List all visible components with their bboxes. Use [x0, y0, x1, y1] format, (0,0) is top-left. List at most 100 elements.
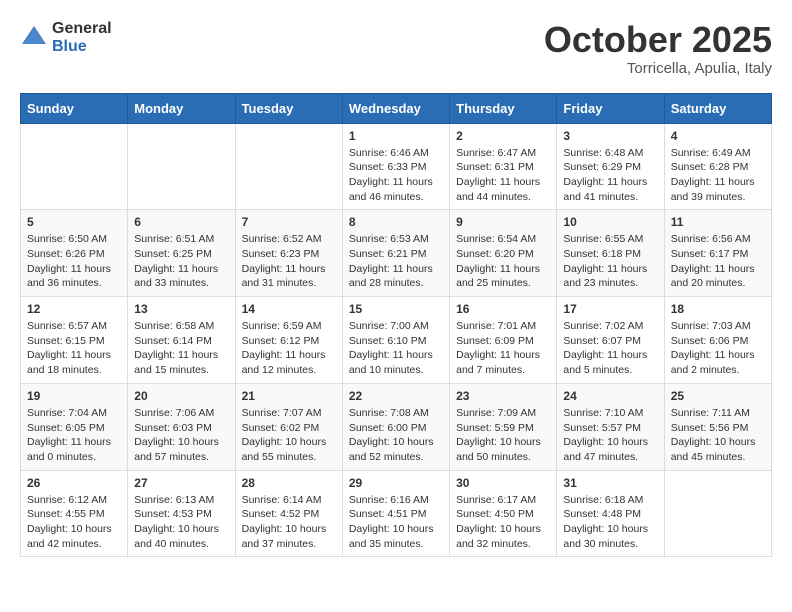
day-info: Sunrise: 6:57 AM Sunset: 6:15 PM Dayligh… — [27, 319, 121, 378]
day-info: Sunrise: 6:54 AM Sunset: 6:20 PM Dayligh… — [456, 232, 550, 291]
day-cell: 27 Sunrise: 6:13 AM Sunset: 4:53 PM Dayli… — [128, 470, 235, 557]
day-number: 4 — [671, 129, 765, 143]
calendar: SundayMondayTuesdayWednesdayThursdayFrid… — [20, 93, 772, 558]
day-info: Sunrise: 7:02 AM Sunset: 6:07 PM Dayligh… — [563, 319, 657, 378]
day-info: Sunrise: 6:49 AM Sunset: 6:28 PM Dayligh… — [671, 146, 765, 205]
day-cell — [235, 123, 342, 210]
day-number: 21 — [242, 389, 336, 403]
logo: General Blue — [20, 20, 112, 55]
day-number: 7 — [242, 215, 336, 229]
day-cell: 15Sunrise: 7:00 AM Sunset: 6:10 PM Dayli… — [342, 297, 449, 384]
day-number: 18 — [671, 302, 765, 316]
day-info: Sunrise: 6:17 AM Sunset: 4:50 PM Dayligh… — [456, 493, 550, 552]
page-header: General Blue October 2025 Torricella, Ap… — [20, 20, 772, 77]
day-number: 19 — [27, 389, 121, 403]
day-cell: 17 Sunrise: 7:02 AM Sunset: 6:07 PM Dayli… — [557, 297, 664, 384]
day-number: 8 — [349, 215, 443, 229]
day-number: 17 — [563, 302, 657, 316]
day-info: Sunrise: 6:16 AM Sunset: 4:51 PM Dayligh… — [349, 493, 443, 552]
day-cell — [664, 470, 771, 557]
day-cell: 28 Sunrise: 6:14 AM Sunset: 4:52 PM Dayli… — [235, 470, 342, 557]
day-cell: 9 Sunrise: 6:54 AM Sunset: 6:20 PM Daylig… — [450, 210, 557, 297]
day-cell: 14 Sunrise: 6:59 AM Sunset: 6:12 PM Dayli… — [235, 297, 342, 384]
day-info: Sunrise: 7:07 AM Sunset: 6:02 PM Dayligh… — [242, 406, 336, 465]
day-info: Sunrise: 6:48 AM Sunset: 6:29 PM Dayligh… — [563, 146, 657, 205]
day-number: 30 — [456, 476, 550, 490]
day-info: Sunrise: 6:59 AM Sunset: 6:12 PM Dayligh… — [242, 319, 336, 378]
column-header-friday: Friday — [557, 93, 664, 123]
day-cell: 21 Sunrise: 7:07 AM Sunset: 6:02 PM Dayli… — [235, 383, 342, 470]
column-header-saturday: Saturday — [664, 93, 771, 123]
column-header-thursday: Thursday — [450, 93, 557, 123]
day-cell: 10 Sunrise: 6:55 AM Sunset: 6:18 PM Dayli… — [557, 210, 664, 297]
day-info: Sunrise: 6:55 AM Sunset: 6:18 PM Dayligh… — [563, 232, 657, 291]
day-info: Sunrise: 6:56 AM Sunset: 6:17 PM Dayligh… — [671, 232, 765, 291]
column-header-tuesday: Tuesday — [235, 93, 342, 123]
day-cell: 23Sunrise: 7:09 AM Sunset: 5:59 PM Dayli… — [450, 383, 557, 470]
day-number: 28 — [242, 476, 336, 490]
day-info: Sunrise: 6:14 AM Sunset: 4:52 PM Dayligh… — [242, 493, 336, 552]
column-header-monday: Monday — [128, 93, 235, 123]
day-number: 9 — [456, 215, 550, 229]
day-info: Sunrise: 7:01 AM Sunset: 6:09 PM Dayligh… — [456, 319, 550, 378]
day-number: 14 — [242, 302, 336, 316]
day-cell: 1 Sunrise: 6:46 AM Sunset: 6:33 PM Daylig… — [342, 123, 449, 210]
day-number: 29 — [349, 476, 443, 490]
day-number: 15 — [349, 302, 443, 316]
day-number: 10 — [563, 215, 657, 229]
header-row: SundayMondayTuesdayWednesdayThursdayFrid… — [21, 93, 772, 123]
day-cell: 25 Sunrise: 7:11 AM Sunset: 5:56 PM Dayli… — [664, 383, 771, 470]
day-cell — [21, 123, 128, 210]
day-number: 6 — [134, 215, 228, 229]
logo-blue-text: Blue — [52, 38, 112, 56]
day-number: 11 — [671, 215, 765, 229]
day-cell: 20 Sunrise: 7:06 AM Sunset: 6:03 PM Dayli… — [128, 383, 235, 470]
day-info: Sunrise: 6:13 AM Sunset: 4:53 PM Dayligh… — [134, 493, 228, 552]
day-info: Sunrise: 6:58 AM Sunset: 6:14 PM Dayligh… — [134, 319, 228, 378]
day-info: Sunrise: 6:51 AM Sunset: 6:25 PM Dayligh… — [134, 232, 228, 291]
day-cell: 6 Sunrise: 6:51 AM Sunset: 6:25 PM Daylig… — [128, 210, 235, 297]
day-cell: 31 Sunrise: 6:18 AM Sunset: 4:48 PM Dayli… — [557, 470, 664, 557]
day-cell: 29 Sunrise: 6:16 AM Sunset: 4:51 PM Dayli… — [342, 470, 449, 557]
day-info: Sunrise: 6:47 AM Sunset: 6:31 PM Dayligh… — [456, 146, 550, 205]
day-cell: 5Sunrise: 6:50 AM Sunset: 6:26 PM Daylig… — [21, 210, 128, 297]
day-cell: 24Sunrise: 7:10 AM Sunset: 5:57 PM Dayli… — [557, 383, 664, 470]
day-info: Sunrise: 7:08 AM Sunset: 6:00 PM Dayligh… — [349, 406, 443, 465]
day-number: 25 — [671, 389, 765, 403]
day-number: 24 — [563, 389, 657, 403]
day-number: 16 — [456, 302, 550, 316]
day-info: Sunrise: 7:06 AM Sunset: 6:03 PM Dayligh… — [134, 406, 228, 465]
day-number: 20 — [134, 389, 228, 403]
day-cell: 12Sunrise: 6:57 AM Sunset: 6:15 PM Dayli… — [21, 297, 128, 384]
title-section: October 2025 Torricella, Apulia, Italy — [544, 20, 772, 77]
day-cell: 18 Sunrise: 7:03 AM Sunset: 6:06 PM Dayli… — [664, 297, 771, 384]
day-info: Sunrise: 6:46 AM Sunset: 6:33 PM Dayligh… — [349, 146, 443, 205]
logo-icon — [20, 24, 48, 52]
day-info: Sunrise: 7:03 AM Sunset: 6:06 PM Dayligh… — [671, 319, 765, 378]
week-row-2: 5Sunrise: 6:50 AM Sunset: 6:26 PM Daylig… — [21, 210, 772, 297]
day-number: 3 — [563, 129, 657, 143]
day-info: Sunrise: 6:53 AM Sunset: 6:21 PM Dayligh… — [349, 232, 443, 291]
week-row-4: 19Sunrise: 7:04 AM Sunset: 6:05 PM Dayli… — [21, 383, 772, 470]
day-number: 26 — [27, 476, 121, 490]
day-number: 1 — [349, 129, 443, 143]
week-row-1: 1 Sunrise: 6:46 AM Sunset: 6:33 PM Daylig… — [21, 123, 772, 210]
week-row-5: 26Sunrise: 6:12 AM Sunset: 4:55 PM Dayli… — [21, 470, 772, 557]
day-info: Sunrise: 6:52 AM Sunset: 6:23 PM Dayligh… — [242, 232, 336, 291]
day-cell: 16 Sunrise: 7:01 AM Sunset: 6:09 PM Dayli… — [450, 297, 557, 384]
day-cell: 2Sunrise: 6:47 AM Sunset: 6:31 PM Daylig… — [450, 123, 557, 210]
day-number: 23 — [456, 389, 550, 403]
week-row-3: 12Sunrise: 6:57 AM Sunset: 6:15 PM Dayli… — [21, 297, 772, 384]
day-cell: 3 Sunrise: 6:48 AM Sunset: 6:29 PM Daylig… — [557, 123, 664, 210]
logo-general-text: General — [52, 20, 112, 38]
day-number: 31 — [563, 476, 657, 490]
day-cell: 26Sunrise: 6:12 AM Sunset: 4:55 PM Dayli… — [21, 470, 128, 557]
day-info: Sunrise: 6:18 AM Sunset: 4:48 PM Dayligh… — [563, 493, 657, 552]
day-cell: 19Sunrise: 7:04 AM Sunset: 6:05 PM Dayli… — [21, 383, 128, 470]
day-cell: 13 Sunrise: 6:58 AM Sunset: 6:14 PM Dayli… — [128, 297, 235, 384]
day-cell: 7 Sunrise: 6:52 AM Sunset: 6:23 PM Daylig… — [235, 210, 342, 297]
day-number: 13 — [134, 302, 228, 316]
day-number: 27 — [134, 476, 228, 490]
day-info: Sunrise: 7:11 AM Sunset: 5:56 PM Dayligh… — [671, 406, 765, 465]
day-cell: 22Sunrise: 7:08 AM Sunset: 6:00 PM Dayli… — [342, 383, 449, 470]
